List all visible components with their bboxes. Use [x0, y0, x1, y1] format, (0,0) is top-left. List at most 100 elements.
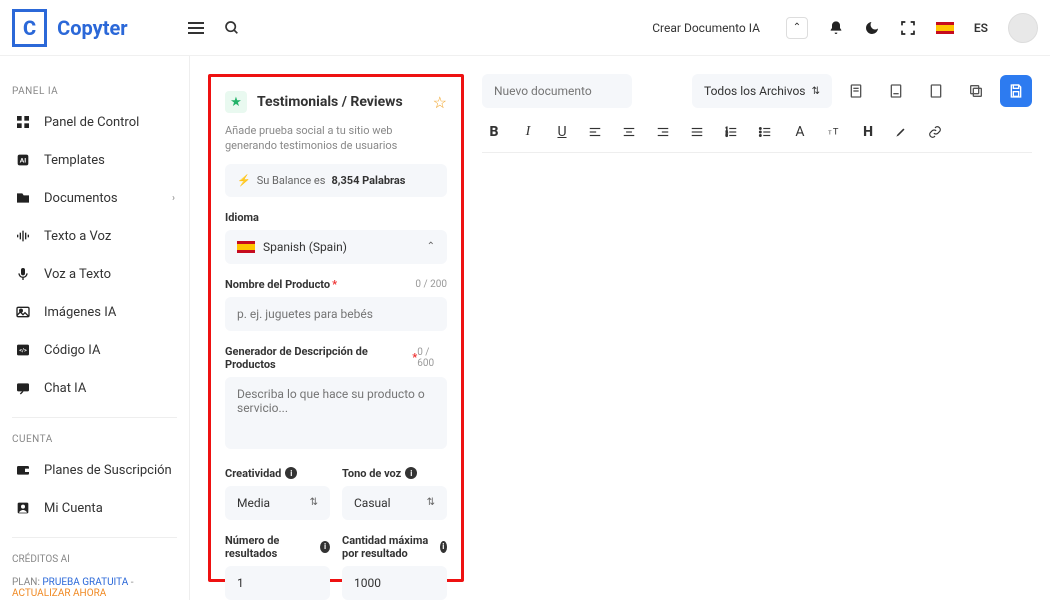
export-word-button[interactable]: [840, 75, 872, 107]
creativity-label: Creatividad: [225, 467, 281, 480]
product-name-label: Nombre del Producto: [225, 278, 330, 291]
info-icon[interactable]: i: [285, 467, 297, 479]
bullet-list-button[interactable]: [758, 125, 774, 139]
sidebar-item-label: Planes de Suscripción: [44, 463, 172, 478]
sidebar-item-chat[interactable]: Chat IA: [0, 369, 189, 407]
sidebar-item-label: Panel de Control: [44, 115, 139, 130]
align-left-button[interactable]: [588, 125, 604, 139]
files-select[interactable]: Todos los Archivos⇅: [692, 74, 832, 108]
font-family-button[interactable]: A: [792, 124, 808, 140]
align-right-button[interactable]: [656, 125, 672, 139]
templates-icon: AI: [14, 151, 32, 169]
info-icon[interactable]: i: [440, 541, 447, 553]
chat-icon: [14, 379, 32, 397]
sidebar-item-tts[interactable]: Texto a Voz: [0, 217, 189, 255]
menu-toggle-icon[interactable]: [188, 20, 204, 36]
italic-button[interactable]: I: [520, 124, 536, 140]
sidebar-item-images[interactable]: Imágenes IA: [0, 293, 189, 331]
tone-label: Tono de voz: [342, 467, 401, 480]
flag-es-icon: [237, 241, 255, 253]
sidebar-item-label: Código IA: [44, 343, 100, 358]
image-icon: [14, 303, 32, 321]
highlight-button[interactable]: [894, 125, 910, 139]
sidebar-item-plans[interactable]: Planes de Suscripción: [0, 451, 189, 489]
chevron-right-icon: ›: [172, 193, 175, 204]
tone-select[interactable]: Casual⇅: [342, 486, 447, 520]
maxqty-label: Cantidad máxima por resultado: [342, 534, 436, 560]
sidebar-item-label: Texto a Voz: [44, 229, 111, 244]
heading-button[interactable]: H: [860, 124, 876, 140]
svg-text:T: T: [833, 126, 839, 137]
svg-text:T: T: [828, 130, 832, 136]
bell-icon[interactable]: [828, 20, 844, 36]
save-button[interactable]: [1000, 75, 1032, 107]
sidebar-item-documents[interactable]: Documentos ›: [0, 179, 189, 217]
sidebar-item-label: Imágenes IA: [44, 305, 116, 320]
copy-button[interactable]: [960, 75, 992, 107]
sidebar: PANEL IA Panel de Control AI Templates D…: [0, 56, 190, 600]
language-label: Idioma: [225, 211, 447, 224]
dashboard-icon: [14, 113, 32, 131]
product-name-input[interactable]: [225, 297, 447, 331]
maxqty-input[interactable]: [342, 566, 447, 600]
export-pdf-button[interactable]: [880, 75, 912, 107]
template-type-icon: ★: [225, 91, 247, 113]
bold-button[interactable]: B: [486, 124, 502, 140]
document-name-input[interactable]: [482, 74, 632, 108]
svg-text:AI: AI: [20, 157, 26, 165]
balance-box: ⚡ Su Balance es 8,354 Palabras: [225, 164, 447, 197]
language-label[interactable]: ES: [974, 21, 988, 35]
sidebar-item-code[interactable]: </> Código IA: [0, 331, 189, 369]
align-justify-button[interactable]: [690, 125, 706, 139]
sidebar-item-label: Documentos: [44, 191, 118, 206]
info-icon[interactable]: i: [405, 467, 417, 479]
sort-icon: ⇅: [310, 497, 318, 508]
upgrade-link[interactable]: ACTUALIZAR AHORA: [12, 588, 106, 599]
create-document-dropdown[interactable]: ⌃: [786, 17, 808, 39]
logo-glyph: C: [12, 9, 47, 47]
balance-value: 8,354 Palabras: [331, 174, 405, 187]
link-button[interactable]: [928, 125, 944, 139]
code-icon: </>: [14, 341, 32, 359]
audio-wave-icon: [14, 227, 32, 245]
avatar[interactable]: [1008, 13, 1038, 43]
bolt-icon: ⚡: [237, 174, 251, 187]
sidebar-item-myaccount[interactable]: Mi Cuenta: [0, 489, 189, 527]
favorite-star-icon[interactable]: ☆: [433, 93, 447, 112]
dark-mode-icon[interactable]: [864, 20, 880, 36]
desc-gen-count: 0 / 600: [417, 347, 447, 369]
chevron-up-icon: ⌃: [427, 241, 435, 252]
create-document-link[interactable]: Crear Documento IA: [652, 21, 760, 35]
brand-name: Copyter: [57, 16, 127, 40]
results-input[interactable]: [225, 566, 330, 600]
svg-text:3: 3: [726, 134, 728, 138]
editor-toolbar: B I U 123 A TT H: [482, 118, 1032, 153]
language-select[interactable]: Spanish (Spain) ⌃: [225, 230, 447, 264]
language-value: Spanish (Spain): [263, 240, 347, 254]
plan-info: PLAN: PRUEBA GRATUITA - ACTUALIZAR AHORA: [0, 571, 189, 600]
template-title: Testimonials / Reviews: [257, 94, 423, 110]
sidebar-item-stt[interactable]: Voz a Texto: [0, 255, 189, 293]
plan-name[interactable]: PRUEBA GRATUITA: [42, 577, 128, 588]
underline-button[interactable]: U: [554, 124, 570, 140]
product-name-count: 0 / 200: [415, 279, 447, 290]
search-icon[interactable]: [224, 20, 240, 36]
ordered-list-button[interactable]: 123: [724, 125, 740, 139]
flag-es-icon: [936, 22, 954, 34]
font-size-button[interactable]: TT: [826, 125, 842, 139]
align-center-button[interactable]: [622, 125, 638, 139]
editor-column: Todos los Archivos⇅ B I U 123: [482, 74, 1032, 582]
desc-gen-label: Generador de Descripción de Productos: [225, 345, 410, 371]
fullscreen-icon[interactable]: [900, 20, 916, 36]
export-txt-button[interactable]: [920, 75, 952, 107]
info-icon[interactable]: i: [320, 541, 330, 553]
desc-gen-textarea[interactable]: [225, 377, 447, 449]
user-icon: [14, 499, 32, 517]
sidebar-item-templates[interactable]: AI Templates: [0, 141, 189, 179]
template-form-card: ★ Testimonials / Reviews ☆ Añade prueba …: [208, 74, 464, 582]
sidebar-section-panel: PANEL IA: [0, 80, 189, 103]
mic-icon: [14, 265, 32, 283]
sidebar-item-dashboard[interactable]: Panel de Control: [0, 103, 189, 141]
sort-icon: ⇅: [427, 497, 435, 508]
creativity-select[interactable]: Media⇅: [225, 486, 330, 520]
